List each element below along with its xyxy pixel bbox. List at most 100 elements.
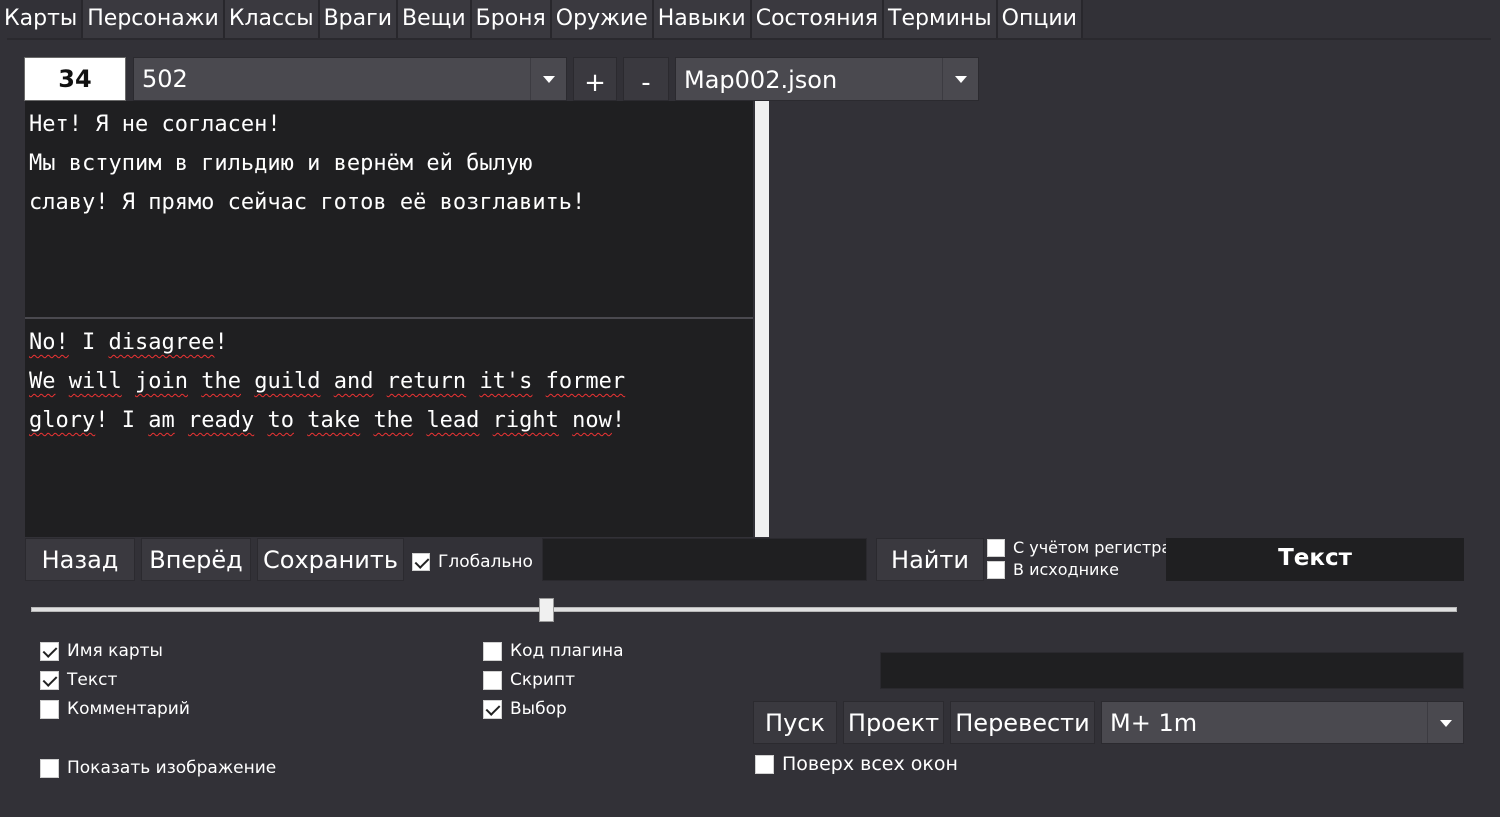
tab-classes[interactable]: Классы	[224, 0, 318, 38]
checkbox-box[interactable]	[412, 553, 430, 571]
translation-line: No! I disagree!	[29, 323, 749, 362]
index-value: 34	[58, 65, 92, 93]
text-segment	[241, 369, 254, 394]
save-button[interactable]: Сохранить	[257, 538, 404, 581]
misspelled-word: the	[373, 408, 414, 433]
checkbox-box[interactable]	[483, 670, 502, 690]
tab-maps[interactable]: Карты	[0, 0, 82, 38]
text-segment	[532, 369, 545, 394]
global-label: Глобально	[438, 552, 533, 572]
engine-select[interactable]: M+ 1m	[1101, 701, 1464, 744]
translate-button[interactable]: Перевести	[950, 701, 1095, 744]
misspelled-word: join	[134, 369, 188, 394]
slider-thumb[interactable]	[539, 598, 554, 622]
source-text-area[interactable]: Нет! Я не согласен! Мы вступим в гильдию…	[25, 101, 753, 317]
index-field[interactable]: 34	[24, 57, 126, 101]
tab-options[interactable]: Опции	[997, 0, 1081, 38]
text-segment	[479, 408, 492, 433]
file-select-value: Map002.json	[684, 66, 838, 94]
checkbox-box[interactable]	[40, 699, 59, 719]
misspelled-word: No!	[29, 330, 69, 355]
checkbox-box[interactable]	[483, 641, 502, 661]
remove-entry-button[interactable]: -	[623, 57, 669, 101]
forward-label: Вперёд	[149, 546, 243, 574]
translation-line: We will join the guild and return it's f…	[29, 362, 749, 401]
checkbox-box[interactable]	[40, 641, 59, 661]
checkbox-box[interactable]	[987, 560, 1005, 579]
source-line: Мы вступим в гильдию и вернём ей былую	[29, 151, 533, 176]
misspelled-word: will	[68, 369, 122, 394]
position-slider[interactable]	[31, 598, 1457, 622]
tab-enemies[interactable]: Враги	[319, 0, 396, 38]
case-label: С учётом регистра	[1013, 538, 1172, 557]
show-image-label: Показать изображение	[67, 758, 277, 778]
checkbox-box[interactable]	[987, 538, 1005, 557]
tab-terms[interactable]: Термины	[884, 0, 996, 38]
script-checkbox[interactable]: Скрипт	[483, 670, 575, 690]
chevron-down-icon	[942, 58, 978, 100]
back-label: Назад	[41, 546, 119, 574]
plugin-code-checkbox[interactable]: Код плагина	[483, 641, 624, 661]
tab-weapons[interactable]: Оружие	[551, 0, 652, 38]
misspelled-word: return	[386, 369, 467, 394]
tab-items[interactable]: Вещи	[398, 0, 470, 38]
always-on-top-checkbox[interactable]: Поверх всех окон	[755, 753, 958, 775]
search-mode-label: Текст	[1278, 545, 1352, 571]
comment-checkbox[interactable]: Комментарий	[40, 699, 190, 719]
entry-select[interactable]: 502	[133, 57, 567, 101]
back-button[interactable]: Назад	[25, 538, 135, 581]
text-label: Текст	[67, 670, 118, 690]
misspelled-word: it's	[479, 369, 533, 394]
always-on-top-label: Поверх всех окон	[782, 753, 958, 775]
misspelled-word: We	[29, 369, 56, 394]
checkbox-box[interactable]	[40, 670, 59, 690]
translate-label: Перевести	[955, 709, 1090, 737]
misspelled-word: disagree	[108, 330, 215, 355]
find-label: Найти	[891, 546, 969, 574]
case-sensitive-checkbox[interactable]: С учётом регистра	[987, 538, 1171, 557]
show-image-checkbox[interactable]: Показать изображение	[40, 758, 276, 778]
global-checkbox[interactable]: Глобально	[412, 552, 533, 572]
project-button[interactable]: Проект	[843, 701, 944, 744]
misspelled-word: glory	[29, 408, 96, 433]
chevron-down-icon	[530, 58, 566, 100]
entry-select-value: 502	[142, 65, 188, 93]
text-checkbox[interactable]: Текст	[40, 670, 117, 690]
search-input[interactable]	[542, 538, 867, 581]
misspelled-word: take	[307, 408, 361, 433]
translation-text-area[interactable]: No! I disagree! We will join the guild a…	[25, 319, 753, 537]
checkbox-box[interactable]	[483, 699, 502, 719]
checkbox-box[interactable]	[755, 754, 774, 774]
tab-armor[interactable]: Броня	[471, 0, 550, 38]
text-segment	[360, 408, 373, 433]
add-entry-button[interactable]: +	[573, 57, 617, 101]
checkbox-box[interactable]	[40, 758, 59, 778]
find-button[interactable]: Найти	[876, 538, 984, 581]
source-line: Нет! Я не согласен!	[29, 112, 281, 137]
text-segment	[466, 369, 479, 394]
tab-states[interactable]: Состояния	[751, 0, 883, 38]
misspelled-word: now	[572, 408, 612, 433]
file-select[interactable]: Map002.json	[675, 57, 979, 101]
search-mode-button[interactable]: Текст	[1166, 538, 1464, 581]
in-source-checkbox[interactable]: В исходнике	[987, 560, 1119, 579]
run-button[interactable]: Пуск	[753, 701, 837, 744]
map-name-checkbox[interactable]: Имя карты	[40, 641, 163, 661]
text-segment: !	[611, 408, 626, 433]
text-segment: !	[214, 330, 228, 355]
text-scrollbar[interactable]	[755, 101, 769, 537]
minus-label: -	[641, 68, 651, 98]
text-segment	[56, 369, 69, 394]
choice-checkbox[interactable]: Выбор	[483, 699, 567, 719]
misspelled-word: right	[492, 408, 559, 433]
slider-track	[31, 607, 1457, 612]
tab-skills[interactable]: Навыки	[653, 0, 750, 38]
misspelled-word: and	[333, 369, 374, 394]
tab-characters[interactable]: Персонажи	[83, 0, 223, 38]
text-segment	[122, 369, 135, 394]
misspelled-word: guild	[254, 369, 321, 394]
forward-button[interactable]: Вперёд	[141, 538, 251, 581]
text-segment	[320, 369, 333, 394]
status-field[interactable]	[880, 652, 1464, 689]
tab-bar: Карты Персонажи Классы Враги Вещи Броня …	[0, 0, 1083, 38]
